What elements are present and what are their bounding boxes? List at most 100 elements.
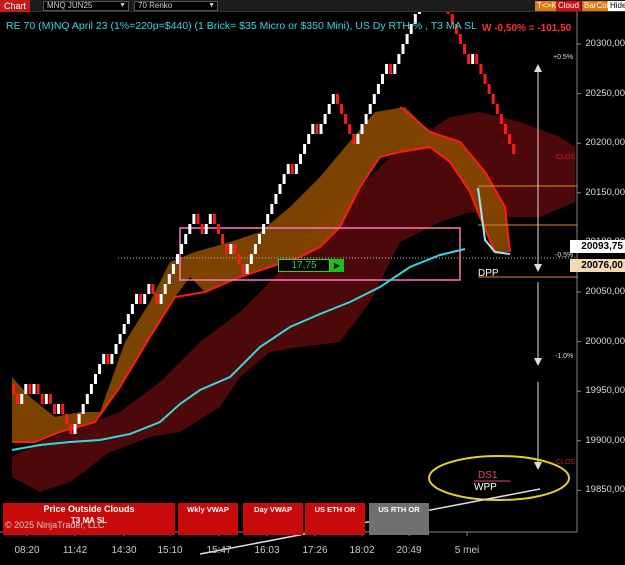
wpp-label: WPP	[474, 482, 497, 493]
renko-brick	[278, 184, 282, 194]
pct-label-minus-half: -0.5%	[555, 252, 574, 259]
renko-brick	[348, 124, 352, 134]
wkly-vwap-panel: Wkly VWAP	[178, 503, 238, 535]
renko-brick	[483, 74, 487, 84]
price-outside-clouds-panel: Price Outside Clouds T3 MA SL	[3, 503, 175, 535]
renko-brick	[397, 54, 401, 64]
renko-brick	[36, 384, 40, 394]
renko-brick	[294, 164, 298, 174]
copyright-notice: © 2025 NinjaTrader, LLC	[5, 520, 105, 530]
bar-type-value: 70 Renko	[138, 1, 173, 10]
renko-brick	[139, 294, 143, 304]
renko-brick	[446, 12, 450, 14]
day-vwap-panel: Day VWAP	[243, 503, 303, 535]
pct-label-plus: +0.5%	[553, 54, 574, 61]
time-axis-label: 20:49	[396, 545, 422, 556]
price-axis-label: 20250,00	[585, 87, 625, 99]
renko-brick	[364, 114, 368, 124]
renko-brick	[20, 394, 24, 404]
renko-brick	[270, 204, 274, 214]
last-price-tag: 20093,75	[570, 240, 625, 253]
price-axis-label: 19950,00	[585, 385, 625, 397]
barcol-toggle-button[interactable]: BarCol	[582, 1, 611, 11]
renko-brick	[508, 134, 512, 144]
renko-brick	[176, 254, 179, 264]
dpp-label: DPP	[478, 268, 499, 279]
renko-brick	[171, 264, 175, 274]
renko-brick	[200, 224, 204, 234]
renko-brick	[475, 54, 479, 64]
time-axis-label: 18:02	[349, 545, 375, 556]
renko-brick	[233, 244, 237, 254]
renko-brick	[12, 384, 15, 394]
brick-count-box: 17,75	[278, 259, 330, 272]
renko-brick	[32, 384, 36, 394]
pnl-readout: W -0,50% = -101,50	[482, 23, 572, 34]
instrument-selector[interactable]: MNQ JUN25 ▼	[43, 1, 129, 11]
renko-brick	[499, 114, 503, 124]
renko-brick	[491, 94, 495, 104]
time-axis-label: 11:42	[62, 545, 88, 556]
time-axis-label: 17:26	[302, 545, 328, 556]
renko-brick	[417, 12, 421, 14]
renko-brick	[372, 94, 376, 104]
renko-brick	[376, 84, 380, 94]
cloud-toggle-button[interactable]: Cloud	[556, 1, 581, 11]
price-axis-label: 19900,00	[585, 434, 625, 446]
renko-brick	[28, 384, 32, 394]
renko-brick	[73, 424, 77, 434]
close-label-bottom: CLOS	[556, 459, 576, 466]
renko-brick	[401, 44, 405, 54]
renko-brick	[352, 134, 356, 144]
renko-brick	[319, 124, 323, 134]
renko-brick	[463, 44, 466, 54]
renko-brick	[221, 234, 225, 244]
price-chart[interactable]	[0, 12, 625, 565]
renko-brick	[290, 164, 294, 174]
price-axis-label: 19850,00	[585, 484, 625, 496]
chevron-down-icon: ▼	[119, 2, 126, 9]
us-rth-or-panel: US RTH OR	[369, 503, 429, 535]
renko-brick	[487, 84, 491, 94]
renko-brick	[274, 194, 278, 204]
price-axis-label: 20300,00	[585, 38, 625, 49]
price-axis-label: 20050,00	[585, 286, 625, 297]
renko-brick	[184, 234, 188, 244]
renko-brick	[16, 394, 20, 404]
renko-brick	[102, 354, 106, 364]
renko-brick	[151, 284, 155, 294]
arrow-down-icon	[534, 462, 542, 470]
renko-brick	[98, 364, 102, 374]
renko-brick	[311, 124, 315, 134]
renko-brick	[217, 224, 220, 234]
renko-brick	[155, 294, 159, 304]
renko-brick	[389, 64, 393, 74]
renko-brick	[208, 214, 212, 224]
renko-brick	[458, 34, 462, 44]
hide-toggle-button[interactable]: Hide	[608, 1, 625, 11]
highlight-ellipse	[428, 455, 570, 501]
renko-brick	[48, 394, 52, 404]
chart-tab[interactable]: Chart	[0, 0, 31, 12]
price-axis-label: 20150,00	[585, 186, 625, 198]
time-axis-label: 16:03	[254, 545, 280, 556]
renko-brick	[163, 284, 167, 294]
close-label-top: CLOS	[556, 154, 576, 161]
renko-brick	[331, 94, 335, 104]
renko-brick	[282, 174, 286, 184]
renko-brick	[188, 224, 192, 234]
renko-brick	[315, 124, 319, 134]
renko-brick	[393, 64, 397, 74]
renko-brick	[89, 384, 93, 394]
renko-brick	[77, 414, 81, 424]
chevron-down-icon: ▼	[208, 2, 215, 9]
renko-brick	[204, 224, 208, 234]
renko-brick	[245, 264, 249, 274]
chart-area[interactable]: RE 70 (M)NQ April 23 (1%=220p=$440) (1 B…	[0, 12, 625, 565]
renko-brick	[180, 244, 184, 254]
renko-brick	[307, 134, 311, 144]
renko-brick	[286, 164, 290, 174]
renko-brick	[118, 334, 122, 344]
renko-brick	[340, 104, 343, 114]
bar-type-selector[interactable]: 70 Renko ▼	[134, 1, 218, 11]
